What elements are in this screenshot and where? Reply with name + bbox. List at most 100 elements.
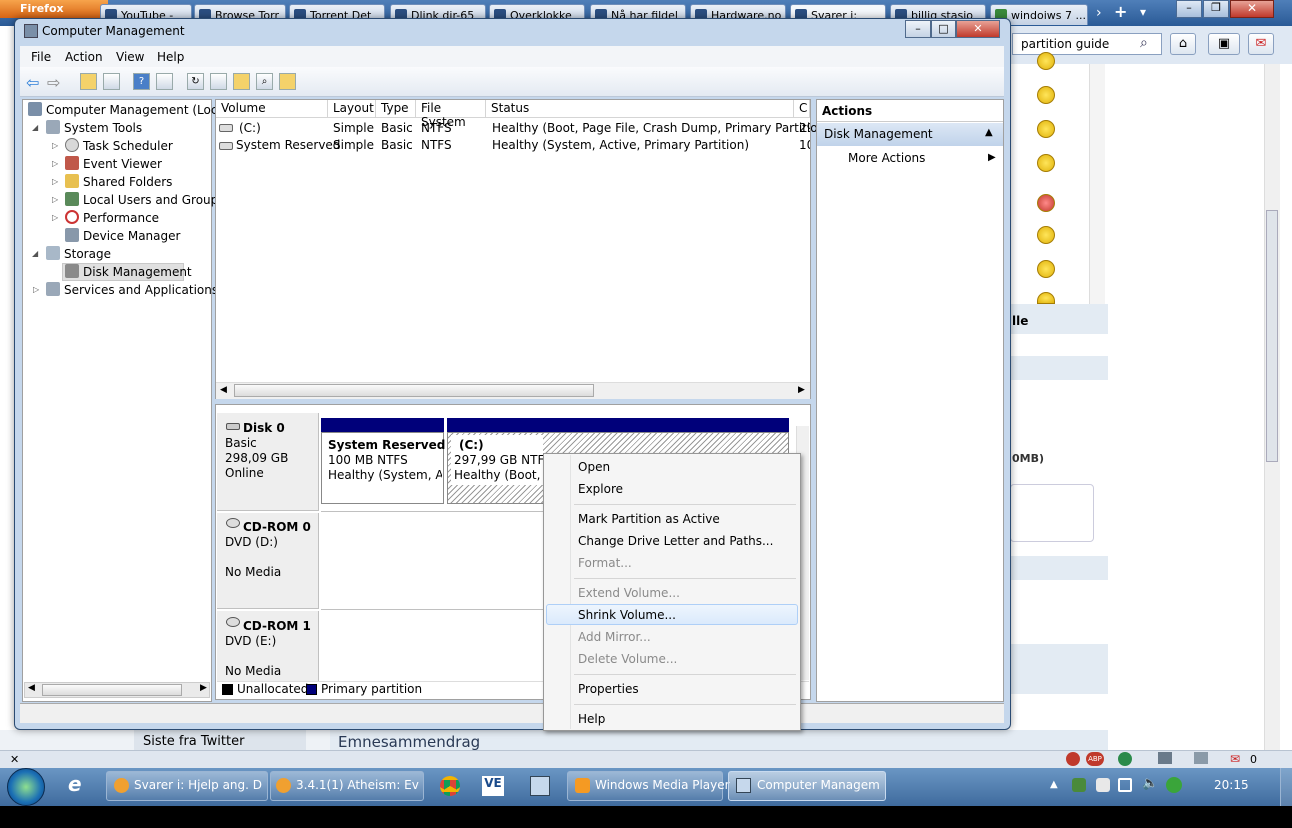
bookmarks-button[interactable]: ▣ (1208, 33, 1240, 55)
tab-scroll-right-icon[interactable]: › (1096, 5, 1102, 21)
menu-separator (574, 578, 796, 579)
menu-item-mark-active[interactable]: Mark Partition as Active (578, 512, 720, 526)
smiley-icon (1037, 226, 1055, 244)
globe-icon[interactable] (1118, 752, 1132, 766)
menu-view[interactable]: View (116, 50, 144, 64)
disk0-type: Basic (225, 436, 257, 450)
expand-icon[interactable]: ▷ (52, 213, 58, 222)
tray-icon[interactable] (1096, 778, 1110, 792)
page-scrollbar-thumb[interactable] (1266, 210, 1278, 462)
column-header-volume[interactable]: Volume (216, 100, 328, 118)
scroll-left-icon[interactable]: ◀ (28, 683, 35, 693)
chrome-icon[interactable] (440, 776, 460, 796)
mail-count: 0 (1250, 753, 1257, 766)
menu-item-shrink-volume[interactable]: Shrink Volume... (578, 608, 676, 622)
internet-explorer-icon[interactable]: e (68, 772, 82, 796)
display-tray-icon[interactable] (1118, 778, 1132, 792)
tree-item-shared-folders[interactable]: Shared Folders (65, 174, 172, 189)
column-header-type[interactable]: Type (376, 100, 416, 118)
minimize-icon[interactable]: – (1176, 0, 1202, 18)
close-icon[interactable]: ✕ (10, 753, 19, 766)
home-button[interactable]: ⌂ (1170, 33, 1196, 55)
show-hide-tree-icon[interactable] (103, 73, 120, 90)
open-icon[interactable] (233, 73, 250, 90)
tree-item-system-tools[interactable]: System Tools (46, 120, 142, 135)
refresh-icon[interactable]: ↻ (187, 73, 204, 90)
minimize-button[interactable]: – (905, 20, 931, 38)
clock[interactable]: 20:15 (1214, 778, 1249, 792)
restore-icon[interactable]: ❐ (1203, 0, 1229, 18)
tree-hscroll-thumb[interactable] (42, 684, 182, 696)
screen-icon[interactable] (1194, 752, 1208, 764)
scroll-right-icon[interactable]: ▶ (200, 683, 207, 693)
expand-icon[interactable]: ▷ (52, 195, 58, 204)
show-hidden-icons-icon[interactable]: ▲ (1050, 779, 1058, 790)
computer-management-taskbar-icon[interactable] (530, 776, 550, 796)
tab-list-icon[interactable]: ▾ (1140, 5, 1146, 19)
mail-icon[interactable]: ✉ (1230, 752, 1240, 766)
collapse-up-icon[interactable]: ▲ (985, 127, 993, 138)
search-icon[interactable]: ⌕ (256, 73, 273, 90)
list-hscroll-thumb[interactable] (234, 384, 594, 397)
help-icon[interactable]: ? (133, 73, 150, 90)
properties-icon[interactable] (210, 73, 227, 90)
vegas-icon[interactable]: VE (482, 776, 504, 796)
search-icon[interactable]: ⌕ (1140, 35, 1148, 51)
collapse-icon[interactable]: ◢ (32, 123, 38, 132)
cdrom-icon (226, 518, 240, 528)
menu-item-properties[interactable]: Properties (578, 682, 639, 696)
network-tray-icon[interactable] (1072, 778, 1086, 792)
collapse-icon[interactable]: ◢ (32, 249, 38, 258)
menu-separator (574, 504, 796, 505)
tree-item-storage[interactable]: Storage (46, 246, 111, 261)
start-button[interactable] (7, 768, 45, 806)
monitor-icon[interactable] (1158, 752, 1172, 764)
tree-item-task-scheduler[interactable]: Task Scheduler (65, 138, 173, 153)
actions-header: Actions (822, 104, 873, 118)
volume-icon[interactable]: 🔈 (1142, 776, 1158, 791)
expand-icon[interactable]: ▷ (52, 177, 58, 186)
addon-status-icon[interactable] (1066, 752, 1080, 766)
show-hide-action-pane-icon[interactable] (156, 73, 173, 90)
expand-icon[interactable]: ▷ (52, 159, 58, 168)
close-button[interactable]: ✕ (956, 20, 1000, 38)
menu-help[interactable]: Help (157, 50, 184, 64)
scroll-right-icon[interactable]: ▶ (798, 385, 805, 395)
column-header-layout[interactable]: Layout (328, 100, 376, 118)
adblock-icon[interactable]: ABP (1086, 752, 1104, 766)
firefox-menu-button[interactable]: Firefox (0, 0, 108, 18)
tree-item-event-viewer[interactable]: Event Viewer (65, 156, 162, 171)
show-desktop-button[interactable] (1280, 768, 1292, 806)
menu-action[interactable]: Action (65, 50, 103, 64)
tree-item-local-users[interactable]: Local Users and Groups (65, 192, 225, 207)
tree-item-device-manager[interactable]: Device Manager (65, 228, 180, 243)
up-folder-icon[interactable] (80, 73, 97, 90)
tree-item-disk-management[interactable]: Disk Management (65, 264, 192, 279)
expand-icon[interactable]: ▷ (52, 141, 58, 150)
menu-file[interactable]: File (31, 50, 51, 64)
close-icon[interactable]: ✕ (1230, 0, 1274, 18)
tree-item-performance[interactable]: Performance (65, 210, 159, 225)
cdrom0-drive: DVD (D:) (225, 535, 278, 549)
more-actions-item[interactable]: More Actions (848, 151, 925, 165)
settings-icon[interactable] (279, 73, 296, 90)
expand-icon[interactable]: ▷ (33, 285, 39, 294)
new-tab-button[interactable]: + (1114, 2, 1127, 21)
back-icon[interactable]: ⇦ (26, 73, 39, 92)
utorrent-icon[interactable] (1166, 777, 1182, 793)
menu-item-help[interactable]: Help (578, 712, 605, 726)
addon-button[interactable]: ✉ (1248, 33, 1274, 55)
column-header-status[interactable]: Status (486, 100, 794, 118)
tree-item-root[interactable]: Computer Management (Local (28, 102, 228, 117)
inner-scrollbar[interactable] (1089, 64, 1105, 304)
forward-icon[interactable]: ⇨ (47, 73, 60, 92)
tree-item-services[interactable]: Services and Applications (46, 282, 218, 297)
menu-item-change-drive-letter[interactable]: Change Drive Letter and Paths... (578, 534, 773, 548)
maximize-button[interactable]: □ (931, 20, 956, 38)
menu-item-explore[interactable]: Explore (578, 482, 623, 496)
menu-item-open[interactable]: Open (578, 460, 610, 474)
scroll-left-icon[interactable]: ◀ (220, 385, 227, 395)
column-header-capacity[interactable]: C (794, 100, 810, 118)
column-header-file-system[interactable]: File System (416, 100, 486, 129)
cdrom-icon (226, 617, 240, 627)
